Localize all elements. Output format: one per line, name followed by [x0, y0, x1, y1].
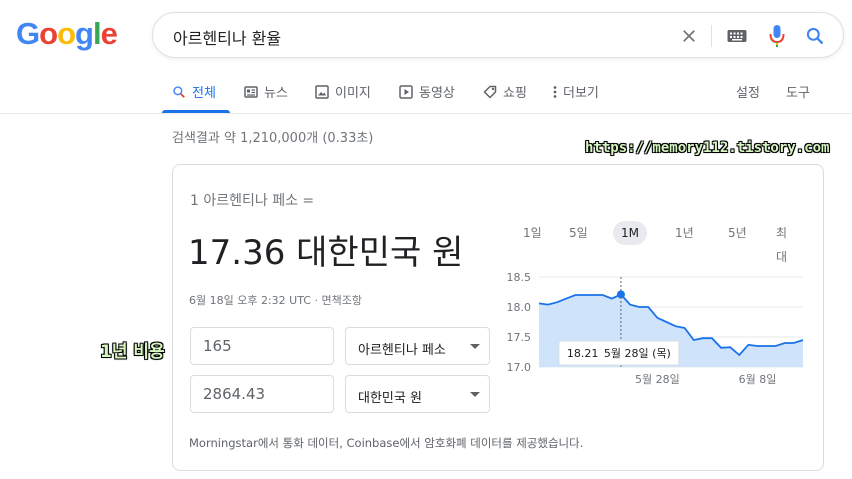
more-vert-icon [553, 85, 557, 98]
search-icon [173, 85, 185, 98]
range-5d[interactable]: 5일 [561, 221, 596, 245]
tab-label: 도구 [786, 86, 810, 101]
tab-news[interactable]: 뉴스 [244, 82, 288, 101]
tab-label: 더보기 [563, 86, 599, 101]
x-tick-label: 5월 28일 [635, 372, 680, 386]
image-icon [315, 84, 329, 99]
exchange-rate-chart[interactable]: 18.5 18.0 17.5 17.0 5월 28일 6월 8일 18.21 5월 28일 (… [491, 263, 811, 393]
currency-to-value: 대한민국 원 [358, 391, 422, 406]
range-5y[interactable]: 5년 [720, 221, 755, 245]
google-logo[interactable]: Google [16, 16, 118, 52]
tab-videos[interactable]: 동영상 [399, 82, 455, 101]
amount-from-value: 165 [203, 337, 232, 355]
search-input[interactable]: 아르헨티나 환율 [173, 25, 281, 49]
logo-letter: e [100, 16, 118, 51]
data-source-footnote: Morningstar에서 통화 데이터, Coinbase에서 암호화폐 데이… [189, 436, 584, 450]
dropdown-caret-icon [470, 392, 480, 397]
range-max[interactable]: 최대 [768, 221, 805, 264]
y-tick-label: 18.5 [507, 271, 532, 284]
amount-to-input[interactable]: 2864.43 [190, 375, 334, 413]
y-tick-label: 18.0 [507, 301, 532, 314]
tab-label: 쇼핑 [503, 86, 527, 101]
tab-label: 동영상 [419, 86, 455, 101]
tools-link[interactable]: 도구 [786, 82, 810, 101]
logo-letter: G [16, 16, 40, 51]
video-icon [399, 84, 413, 99]
news-icon [244, 85, 258, 98]
from-rate-label: 1 아르헨티나 페소 = [190, 193, 315, 209]
amount-from-input[interactable]: 165 [190, 327, 334, 365]
y-tick-label: 17.0 [507, 361, 532, 374]
tab-label: 전체 [192, 86, 216, 101]
keyboard-icon[interactable] [723, 13, 751, 59]
tab-all[interactable]: 전체 [172, 82, 216, 101]
dropdown-caret-icon [470, 344, 480, 349]
annotation-label: 1년 비용 [100, 342, 165, 362]
logo-letter: o [57, 16, 76, 51]
currency-converter-card: 1 아르헨티나 페소 = 17.36 대한민국 원 6월 18일 오후 2:32… [172, 164, 824, 471]
tab-more[interactable]: 더보기 [553, 82, 599, 101]
time-range-selector: 1일 5일 1M 1년 5년 최대 [515, 221, 805, 264]
tab-shopping[interactable]: 쇼핑 [483, 82, 527, 101]
tooltip-value: 18.21 [567, 347, 599, 360]
clear-icon[interactable] [675, 13, 703, 59]
active-tab-indicator [162, 110, 230, 113]
currency-to-select[interactable]: 대한민국 원 [345, 375, 490, 413]
currency-from-value: 아르헨티나 페소 [358, 343, 446, 358]
microphone-icon[interactable] [763, 13, 791, 59]
rate-timestamp: 6월 18일 오후 2:32 UTC · 면책조항 [189, 294, 362, 307]
tag-icon [483, 85, 497, 98]
tab-label: 이미지 [335, 86, 371, 101]
x-tick-label: 6월 8일 [739, 372, 777, 386]
logo-letter: l [92, 16, 102, 51]
logo-letter: g [75, 16, 94, 51]
y-tick-label: 17.5 [507, 331, 532, 344]
currency-from-select[interactable]: 아르헨티나 페소 [345, 327, 490, 365]
hover-point [616, 290, 625, 299]
range-1d[interactable]: 1일 [515, 221, 550, 245]
logo-letter: o [39, 16, 58, 51]
amount-to-value: 2864.43 [203, 385, 266, 403]
search-box[interactable]: 아르헨티나 환율 [152, 12, 844, 58]
range-1m[interactable]: 1M [613, 221, 647, 245]
converted-result: 17.36 대한민국 원 [188, 233, 464, 273]
range-1y[interactable]: 1년 [667, 221, 702, 245]
search-icon[interactable] [801, 13, 829, 59]
tab-label: 설정 [736, 86, 760, 101]
tab-images[interactable]: 이미지 [315, 82, 371, 101]
search-tabs: 전체 뉴스 이미지 동영상 쇼핑 더보기 설정 도구 [0, 70, 852, 114]
result-stats: 검색결과 약 1,210,000개 (0.33초) [172, 131, 374, 146]
tooltip-date: 5월 28일 (목) [604, 346, 671, 360]
tab-label: 뉴스 [264, 86, 288, 101]
watermark-text: https://memory112.tistory.com [585, 140, 830, 156]
search-divider [711, 25, 712, 47]
settings-link[interactable]: 설정 [736, 82, 760, 101]
